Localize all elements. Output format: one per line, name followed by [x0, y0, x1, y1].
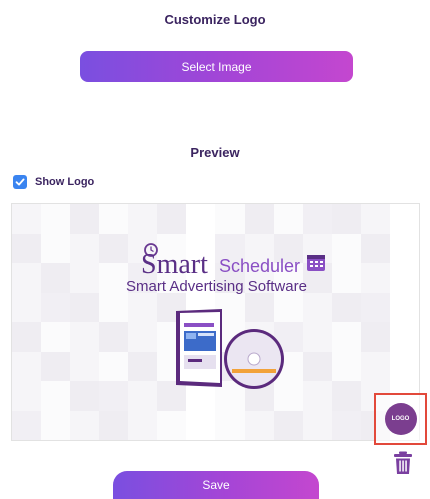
select-image-button[interactable]: Select Image: [80, 51, 353, 82]
logo-customizer: Customize Logo Select Image Preview Show…: [0, 0, 430, 499]
preview-title: Preview: [190, 145, 240, 160]
brand-suffix: Scheduler: [219, 256, 300, 276]
logo-placement-highlight[interactable]: LOGO: [374, 393, 427, 445]
save-button[interactable]: Save: [113, 471, 319, 499]
logo-badge[interactable]: LOGO: [384, 403, 417, 435]
checkmark-icon: [15, 178, 25, 186]
brand-prefix: Smart: [141, 249, 208, 280]
trash-icon[interactable]: [393, 451, 413, 475]
product-box-image: [176, 309, 284, 389]
show-logo-checkbox[interactable]: [13, 175, 27, 189]
smart-scheduler-logo: Smart Scheduler: [141, 243, 325, 280]
preview-canvas: Smart Scheduler Smart Advertising Softwa…: [11, 203, 420, 441]
customize-logo-title: Customize Logo: [164, 12, 266, 27]
show-logo-label: Show Logo: [35, 176, 95, 188]
show-logo-toggle[interactable]: Show Logo: [13, 175, 94, 189]
tagline: Smart Advertising Software: [126, 278, 307, 295]
